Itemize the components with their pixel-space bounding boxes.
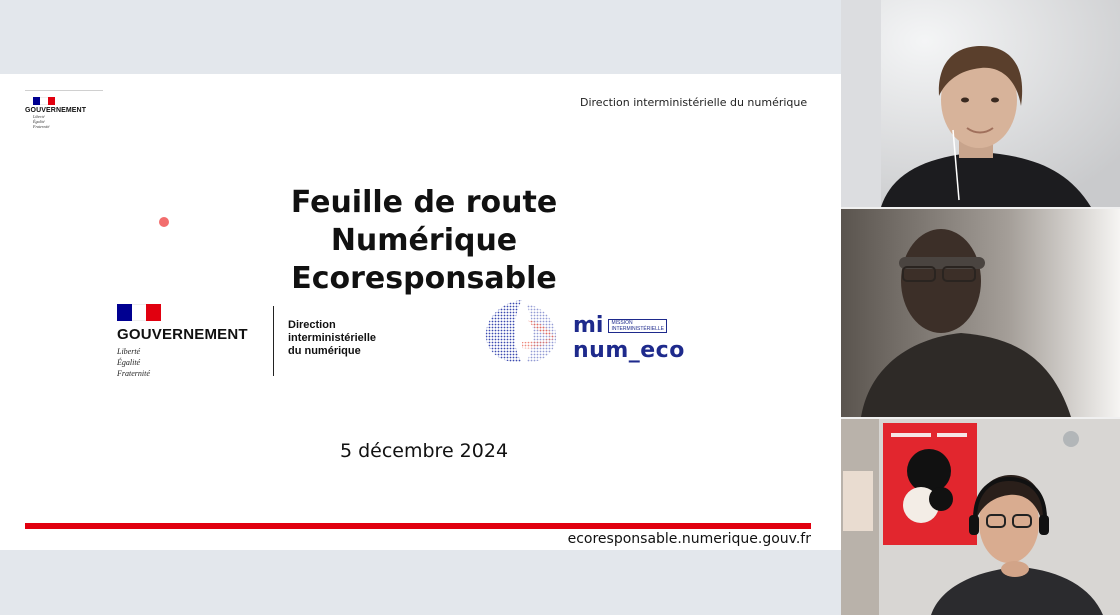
shared-screen: GOUVERNEMENT Liberté Égalité Fraternité … bbox=[0, 0, 841, 615]
gov-small-motto: Liberté Égalité Fraternité bbox=[33, 114, 50, 129]
gov-large-motto: Liberté Égalité Fraternité bbox=[117, 347, 150, 378]
gov-large-name: GOUVERNEMENT bbox=[117, 326, 248, 343]
gov-logo-small: GOUVERNEMENT Liberté Égalité Fraternité bbox=[25, 90, 103, 129]
slide-header-org: Direction interministérielle du numériqu… bbox=[580, 96, 808, 109]
mission-numeco-logo-icon bbox=[485, 300, 557, 363]
mne-mission-badge: MISSION INTERMINISTÉRIELLE bbox=[608, 319, 667, 333]
mne-num-text: num_eco bbox=[573, 338, 685, 363]
logo-divider bbox=[273, 306, 274, 376]
participant-panel bbox=[841, 0, 1120, 615]
french-flag-icon bbox=[33, 97, 55, 105]
mission-numeco-wordmark: mi MISSION INTERMINISTÉRIELLE num_eco bbox=[573, 314, 685, 364]
gov-logo-large: GOUVERNEMENT Liberté Égalité Fraternité bbox=[117, 304, 277, 379]
mne-mi-text: mi bbox=[573, 313, 604, 338]
dinum-label: Direction interministérielle du numériqu… bbox=[288, 319, 377, 357]
slide-date: 5 décembre 2024 bbox=[339, 440, 509, 462]
footer-red-bar bbox=[25, 523, 811, 529]
gov-small-name: GOUVERNEMENT bbox=[25, 107, 87, 114]
participant-video-2[interactable] bbox=[841, 209, 1120, 417]
participant-video-3[interactable] bbox=[841, 419, 1120, 615]
slide-title: Feuille de route Numérique Ecoresponsabl… bbox=[290, 185, 558, 296]
footer-url: ecoresponsable.numerique.gouv.fr bbox=[567, 531, 811, 547]
presentation-slide: GOUVERNEMENT Liberté Égalité Fraternité … bbox=[0, 74, 841, 550]
decorative-dot bbox=[159, 217, 169, 227]
french-flag-icon bbox=[117, 304, 162, 321]
participant-video-1[interactable] bbox=[841, 0, 1120, 207]
